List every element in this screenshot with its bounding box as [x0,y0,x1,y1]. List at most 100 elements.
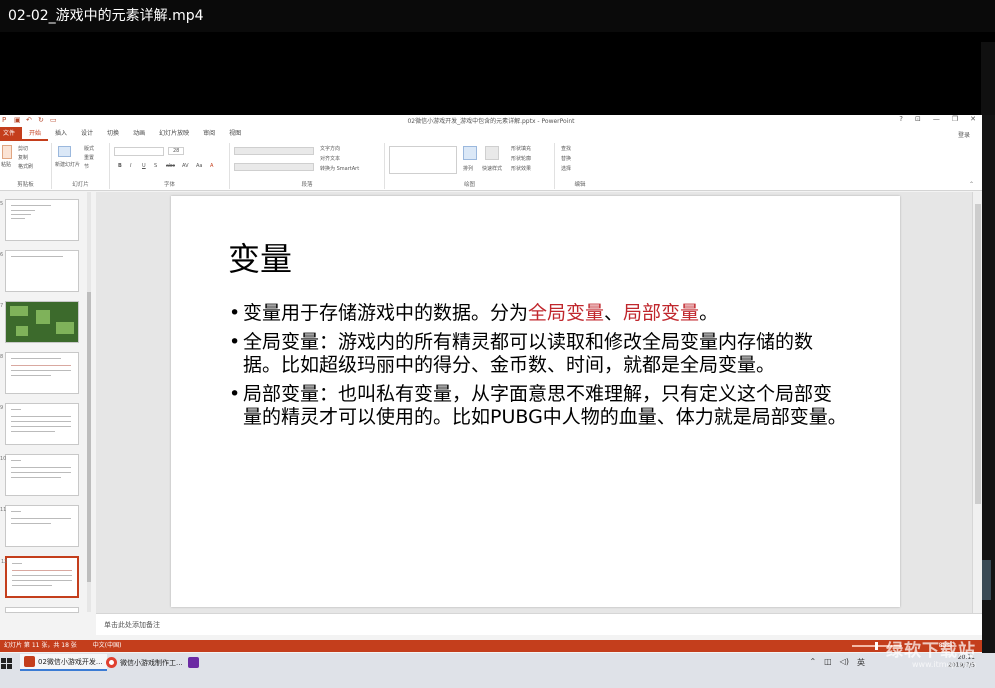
char-spacing-button[interactable]: AV [182,163,189,169]
player-title-bar: 02-02_游戏中的元素详解.mp4 [0,0,995,32]
restore-button[interactable]: ❐ [952,115,958,123]
slide-counter: 幻灯片 第 11 张，共 18 张 [4,642,77,649]
slide-thumbnail[interactable] [5,607,79,613]
ribbon-tabs: 文件 开始 插入 设计 切换 动画 幻灯片放映 审阅 视图 登录 [0,127,982,141]
thumbnail-number: 12 [1,559,8,565]
new-slide-button[interactable]: 新建幻灯片 [55,161,81,168]
tab-file[interactable]: 文件 [0,127,22,141]
tab-insert[interactable]: 插入 [48,127,74,141]
edge-mark [982,560,991,600]
quick-styles-icon[interactable] [485,146,499,160]
select-button[interactable]: 选择 [561,165,571,172]
volume-icon[interactable]: ◁) [840,657,849,668]
shadow-button[interactable]: S [154,163,157,169]
up-arrow-icon[interactable]: ⌃ [809,657,816,668]
taskbar-item-chrome[interactable]: 微信小游戏制作工... [102,654,187,671]
slide-thumbnail-pane: 5 6 7 8 9 10 11 12 [0,192,96,613]
slide-thumbnail[interactable]: 10 [0,454,79,496]
thumbnail-scrollbar[interactable] [87,192,91,612]
tab-home[interactable]: 开始 [22,127,49,141]
ime-icon[interactable]: 英 [857,657,865,668]
slide-thumbnail[interactable]: 7 [0,301,79,343]
list-buttons[interactable] [234,147,314,155]
arrange-button[interactable]: 排列 [463,165,473,172]
slide-thumbnail[interactable]: 11 [0,505,79,547]
layout-button[interactable]: 版式 [84,145,94,152]
ribbon-display-button[interactable]: ⊡ [915,115,921,123]
tab-animations[interactable]: 动画 [126,127,152,141]
collapse-ribbon-icon[interactable]: ⌃ [969,181,974,188]
shape-effects-button[interactable]: 形状效果 [511,165,531,172]
paste-button[interactable]: 粘贴 [1,161,11,168]
section-button[interactable]: 节 [84,163,89,170]
cut-button[interactable]: 剪切 [18,145,28,152]
slide-thumbnail[interactable]: 5 [0,199,79,241]
app-icon [188,657,199,668]
new-slide-icon[interactable] [58,146,71,157]
shapes-gallery[interactable] [389,146,457,174]
thumbnail-number: 6 [0,252,4,258]
format-painter-button[interactable]: 格式刷 [18,163,33,170]
shape-fill-button[interactable]: 形状填充 [511,145,531,152]
language-indicator[interactable]: 中文(中国) [93,642,122,649]
strikethrough-button[interactable]: abc [166,163,175,169]
thumbnail-number: 11 [0,507,7,513]
taskbar-item-app[interactable] [184,654,206,671]
bold-button[interactable]: B [118,163,122,169]
change-case-button[interactable]: Aa [196,163,202,169]
font-color-button[interactable]: A [210,163,213,169]
tab-transitions[interactable]: 切换 [100,127,126,141]
shape-outline-button[interactable]: 形状轮廓 [511,155,531,162]
underline-button[interactable]: U [142,163,146,169]
text-direction-button[interactable]: 文字方向 [320,145,340,152]
group-label-editing: 编辑 [574,182,586,188]
zoom-slider-handle[interactable] [875,642,878,650]
group-label-font: 字体 [163,182,175,188]
align-text-button[interactable]: 对齐文本 [320,155,340,162]
minimize-button[interactable]: — [933,115,940,123]
convert-smartart-button[interactable]: 转换为 SmartArt [320,165,359,172]
replace-button[interactable]: 替换 [561,155,571,162]
group-slides: 新建幻灯片 版式 重置 节 幻灯片 [52,143,110,189]
alignment-buttons[interactable] [234,163,314,171]
group-editing: 查找 替换 选择 编辑 [555,143,605,189]
font-size-select[interactable]: 28 [168,147,185,155]
help-button[interactable]: ? [899,115,903,123]
italic-button[interactable]: I [130,163,131,169]
taskbar-item-label: 微信小游戏制作工... [120,658,183,667]
tab-review[interactable]: 审阅 [196,127,222,141]
network-icon[interactable]: ◫ [824,657,832,668]
notes-pane[interactable]: 单击此处添加备注 [96,613,982,635]
close-button[interactable]: ✕ [970,115,976,123]
signin-link[interactable]: 登录 [958,130,982,139]
bullet-item: 局部变量：也叫私有变量，从字面意思不难理解，只有定义这个局部变量的精灵才可以使用… [229,383,849,429]
thumbnail-scrollbar-thumb[interactable] [87,292,91,582]
slide-scrollbar[interactable] [972,192,982,613]
taskbar-item-powerpoint[interactable]: 02微信小游戏开发... [20,654,107,671]
reset-button[interactable]: 重置 [84,154,94,161]
highlight-text: 局部变量 [623,302,700,324]
slide-title[interactable]: 变量 [228,234,292,280]
copy-button[interactable]: 复制 [18,154,28,161]
paste-icon[interactable] [2,145,12,159]
slide-editing-area: 变量 变量用于存储游戏中的数据。分为全局变量、局部变量。 全局变量：游戏内的所有… [96,192,982,613]
tab-design[interactable]: 设计 [74,127,100,141]
find-button[interactable]: 查找 [561,145,571,152]
windows-start-icon[interactable] [0,657,14,671]
quick-styles-button[interactable]: 快速样式 [482,165,502,172]
slide-thumbnail[interactable]: 8 [0,352,79,394]
taskbar: 02微信小游戏开发... 微信小游戏制作工... ⌃ ◫ ◁) 英 20:11 … [0,653,995,688]
tab-slideshow[interactable]: 幻灯片放映 [152,127,196,141]
powerpoint-icon [24,656,35,667]
font-name-select[interactable] [114,147,164,156]
bullet-item: 变量用于存储游戏中的数据。分为全局变量、局部变量。 [229,302,849,325]
slide-thumbnail[interactable]: 9 [0,403,79,445]
slide-thumbnail[interactable]: 6 [0,250,79,292]
slide-body-text[interactable]: 变量用于存储游戏中的数据。分为全局变量、局部变量。 全局变量：游戏内的所有精灵都… [229,302,849,435]
thumbnail-number: 5 [0,201,4,207]
arrange-icon[interactable] [463,146,477,160]
slide-thumbnail-current[interactable]: 12 [1,556,79,598]
current-slide[interactable]: 变量 变量用于存储游戏中的数据。分为全局变量、局部变量。 全局变量：游戏内的所有… [171,196,900,607]
slide-scrollbar-thumb[interactable] [975,204,981,504]
tab-view[interactable]: 视图 [222,127,248,141]
